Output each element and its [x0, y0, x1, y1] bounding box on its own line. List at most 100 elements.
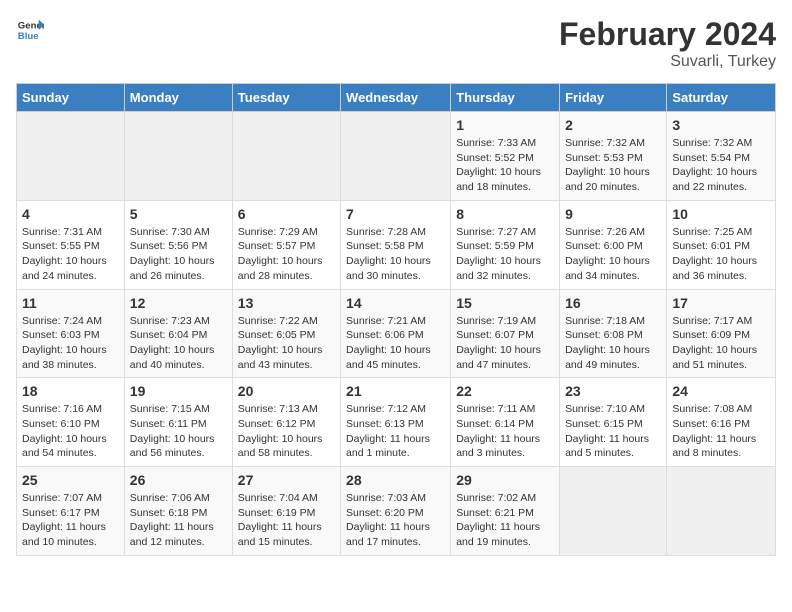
day-info: Sunrise: 7:12 AMSunset: 6:13 PMDaylight:…	[346, 402, 445, 461]
calendar-cell: 6Sunrise: 7:29 AMSunset: 5:57 PMDaylight…	[232, 200, 340, 289]
calendar-cell: 7 Sunrise: 7:28 AMSunset: 5:58 PMDaylight…	[341, 200, 451, 289]
weekday-header-thursday: Thursday	[451, 84, 560, 112]
day-number: 7	[346, 206, 445, 222]
calendar-cell: 5 Sunrise: 7:30 AMSunset: 5:56 PMDaylight…	[124, 200, 232, 289]
calendar-cell: 16 Sunrise: 7:18 AMSunset: 6:08 PMDayligh…	[560, 289, 667, 378]
calendar-cell: 17Sunrise: 7:17 AMSunset: 6:09 PMDayligh…	[667, 289, 776, 378]
day-info: Sunrise: 7:26 AMSunset: 6:00 PMDaylight:…	[565, 225, 661, 284]
calendar-cell: 14 Sunrise: 7:21 AMSunset: 6:06 PMDayligh…	[341, 289, 451, 378]
day-info: Sunrise: 7:21 AMSunset: 6:06 PMDaylight:…	[346, 314, 445, 373]
day-number: 20	[238, 383, 335, 399]
day-number: 6	[238, 206, 335, 222]
weekday-header-sunday: Sunday	[17, 84, 125, 112]
calendar-cell: 10 Sunrise: 7:25 AMSunset: 6:01 PMDayligh…	[667, 200, 776, 289]
day-number: 13	[238, 295, 335, 311]
day-info: Sunrise: 7:13 AMSunset: 6:12 PMDaylight:…	[238, 402, 335, 461]
calendar-cell	[341, 112, 451, 201]
day-number: 8	[456, 206, 554, 222]
calendar-cell: 23Sunrise: 7:10 AMSunset: 6:15 PMDayligh…	[560, 378, 667, 467]
day-number: 16	[565, 295, 661, 311]
calendar-cell: 29 Sunrise: 7:02 AMSunset: 6:21 PMDayligh…	[451, 467, 560, 556]
day-info: Sunrise: 7:02 AMSunset: 6:21 PMDaylight:…	[456, 491, 554, 550]
calendar-cell: 22 Sunrise: 7:11 AMSunset: 6:14 PMDayligh…	[451, 378, 560, 467]
weekday-header-tuesday: Tuesday	[232, 84, 340, 112]
logo: General Blue	[16, 16, 44, 44]
day-number: 25	[22, 472, 119, 488]
day-number: 19	[130, 383, 227, 399]
calendar-cell: 2 Sunrise: 7:32 AMSunset: 5:53 PMDaylight…	[560, 112, 667, 201]
day-number: 17	[672, 295, 770, 311]
day-info: Sunrise: 7:27 AMSunset: 5:59 PMDaylight:…	[456, 225, 554, 284]
calendar-week-1: 1 Sunrise: 7:33 AMSunset: 5:52 PMDaylight…	[17, 112, 776, 201]
day-number: 9	[565, 206, 661, 222]
calendar-cell: 1 Sunrise: 7:33 AMSunset: 5:52 PMDaylight…	[451, 112, 560, 201]
day-number: 1	[456, 117, 554, 133]
calendar-cell: 24Sunrise: 7:08 AMSunset: 6:16 PMDayligh…	[667, 378, 776, 467]
weekday-header-wednesday: Wednesday	[341, 84, 451, 112]
svg-text:Blue: Blue	[18, 31, 39, 42]
calendar-cell: 27 Sunrise: 7:04 AMSunset: 6:19 PMDayligh…	[232, 467, 340, 556]
calendar-cell: 21 Sunrise: 7:12 AMSunset: 6:13 PMDayligh…	[341, 378, 451, 467]
day-number: 4	[22, 206, 119, 222]
day-info: Sunrise: 7:03 AMSunset: 6:20 PMDaylight:…	[346, 491, 445, 550]
day-info: Sunrise: 7:04 AMSunset: 6:19 PMDaylight:…	[238, 491, 335, 550]
day-number: 28	[346, 472, 445, 488]
day-number: 21	[346, 383, 445, 399]
day-info: Sunrise: 7:16 AMSunset: 6:10 PMDaylight:…	[22, 402, 119, 461]
day-info: Sunrise: 7:33 AMSunset: 5:52 PMDaylight:…	[456, 136, 554, 195]
calendar-week-2: 4 Sunrise: 7:31 AMSunset: 5:55 PMDaylight…	[17, 200, 776, 289]
calendar-cell	[560, 467, 667, 556]
logo-icon: General Blue	[16, 16, 44, 44]
calendar-cell: 25 Sunrise: 7:07 AMSunset: 6:17 PMDayligh…	[17, 467, 125, 556]
day-info: Sunrise: 7:24 AMSunset: 6:03 PMDaylight:…	[22, 314, 119, 373]
calendar-cell	[232, 112, 340, 201]
calendar-cell	[124, 112, 232, 201]
day-number: 22	[456, 383, 554, 399]
day-number: 3	[672, 117, 770, 133]
day-info: Sunrise: 7:31 AMSunset: 5:55 PMDaylight:…	[22, 225, 119, 284]
calendar-cell: 8 Sunrise: 7:27 AMSunset: 5:59 PMDaylight…	[451, 200, 560, 289]
day-number: 23	[565, 383, 661, 399]
day-info: Sunrise: 7:23 AMSunset: 6:04 PMDaylight:…	[130, 314, 227, 373]
weekday-header-friday: Friday	[560, 84, 667, 112]
day-info: Sunrise: 7:11 AMSunset: 6:14 PMDaylight:…	[456, 402, 554, 461]
calendar-cell: 20 Sunrise: 7:13 AMSunset: 6:12 PMDayligh…	[232, 378, 340, 467]
calendar-week-3: 11 Sunrise: 7:24 AMSunset: 6:03 PMDayligh…	[17, 289, 776, 378]
calendar-cell: 18Sunrise: 7:16 AMSunset: 6:10 PMDayligh…	[17, 378, 125, 467]
day-number: 12	[130, 295, 227, 311]
day-number: 14	[346, 295, 445, 311]
day-number: 10	[672, 206, 770, 222]
weekday-header-monday: Monday	[124, 84, 232, 112]
day-info: Sunrise: 7:30 AMSunset: 5:56 PMDaylight:…	[130, 225, 227, 284]
calendar-cell: 19 Sunrise: 7:15 AMSunset: 6:11 PMDayligh…	[124, 378, 232, 467]
day-info: Sunrise: 7:25 AMSunset: 6:01 PMDaylight:…	[672, 225, 770, 284]
day-info: Sunrise: 7:19 AMSunset: 6:07 PMDaylight:…	[456, 314, 554, 373]
day-info: Sunrise: 7:32 AMSunset: 5:53 PMDaylight:…	[565, 136, 661, 195]
calendar-cell	[667, 467, 776, 556]
day-info: Sunrise: 7:28 AMSunset: 5:58 PMDaylight:…	[346, 225, 445, 284]
day-number: 5	[130, 206, 227, 222]
day-number: 11	[22, 295, 119, 311]
day-info: Sunrise: 7:07 AMSunset: 6:17 PMDaylight:…	[22, 491, 119, 550]
calendar-cell: 4 Sunrise: 7:31 AMSunset: 5:55 PMDaylight…	[17, 200, 125, 289]
weekday-header-saturday: Saturday	[667, 84, 776, 112]
day-info: Sunrise: 7:18 AMSunset: 6:08 PMDaylight:…	[565, 314, 661, 373]
calendar-cell: 12 Sunrise: 7:23 AMSunset: 6:04 PMDayligh…	[124, 289, 232, 378]
calendar-cell: 28 Sunrise: 7:03 AMSunset: 6:20 PMDayligh…	[341, 467, 451, 556]
calendar-cell: 15 Sunrise: 7:19 AMSunset: 6:07 PMDayligh…	[451, 289, 560, 378]
calendar-cell: 3Sunrise: 7:32 AMSunset: 5:54 PMDaylight…	[667, 112, 776, 201]
day-number: 29	[456, 472, 554, 488]
day-number: 27	[238, 472, 335, 488]
calendar-table: SundayMondayTuesdayWednesdayThursdayFrid…	[16, 83, 776, 556]
day-number: 15	[456, 295, 554, 311]
day-number: 2	[565, 117, 661, 133]
day-info: Sunrise: 7:22 AMSunset: 6:05 PMDaylight:…	[238, 314, 335, 373]
calendar-cell: 9 Sunrise: 7:26 AMSunset: 6:00 PMDaylight…	[560, 200, 667, 289]
day-number: 26	[130, 472, 227, 488]
day-info: Sunrise: 7:15 AMSunset: 6:11 PMDaylight:…	[130, 402, 227, 461]
page-header: General Blue February 2024 Suvarli, Turk…	[16, 16, 776, 71]
calendar-cell	[17, 112, 125, 201]
day-info: Sunrise: 7:06 AMSunset: 6:18 PMDaylight:…	[130, 491, 227, 550]
main-title: February 2024	[559, 16, 776, 53]
subtitle: Suvarli, Turkey	[559, 53, 776, 71]
